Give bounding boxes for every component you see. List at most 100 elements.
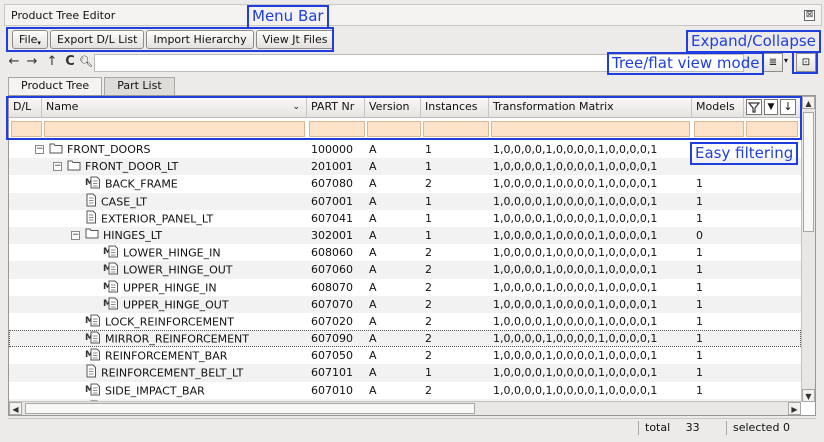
horizontal-scrollbar[interactable]: ◀ ▶: [9, 401, 801, 415]
up-arrow-icon[interactable]: ↑: [44, 54, 60, 71]
close-icon[interactable]: ⊠: [804, 10, 815, 21]
refresh-icon[interactable]: C: [62, 54, 78, 71]
horizontal-scroll-thumb[interactable]: [25, 403, 475, 414]
row-name: CASE_LT: [101, 195, 147, 209]
row-version: A: [369, 383, 377, 397]
tree-view-icon[interactable]: ≣: [763, 53, 783, 72]
row-version: A: [369, 211, 377, 225]
table-row[interactable]: M UPPER_HINGE_OUT 607070 A 2 1,0,0,0,0,1,0,0,…: [9, 295, 801, 313]
model-document-icon: M: [103, 279, 119, 296]
folder-icon: [49, 142, 63, 159]
row-name: UPPER_HINGE_OUT: [123, 298, 229, 312]
row-version: A: [369, 228, 377, 242]
row-part-nr: 608070: [311, 280, 353, 294]
row-models: 1: [696, 177, 703, 191]
row-version: A: [369, 332, 377, 346]
row-name-cell: M LOWER_HINGE_OUT: [103, 261, 305, 278]
table-row[interactable]: EXTERIOR_PANEL_LT 607041 A 1 1,0,0,0,0,1,0,0…: [9, 210, 801, 227]
tree-view-chevron-icon[interactable]: ▾: [784, 56, 788, 65]
title-bar: Product Tree Editor ⊠: [4, 4, 822, 26]
table-row[interactable]: − HINGES_LT 302001 A 1 1,0,0,0,0,1,0,0,0,0,1,…: [9, 226, 801, 245]
row-matrix: 1,0,0,0,0,1,0,0,0,0,1,0,0,0,0,1: [493, 332, 658, 346]
row-matrix: 1,0,0,0,0,1,0,0,0,0,1,0,0,0,0,1: [493, 366, 658, 380]
row-part-nr: 607001: [311, 194, 353, 208]
scroll-right-arrow-icon[interactable]: ▶: [788, 402, 801, 415]
document-icon: [85, 193, 97, 210]
table-row[interactable]: M LOWER_HINGE_OUT 607060 A 2 1,0,0,0,0,1,0,0,…: [9, 261, 801, 279]
table-row[interactable]: CASE_LT 607001 A 1 1,0,0,0,0,1,0,0,0,0,1,0,0…: [9, 192, 801, 210]
folder-icon: [85, 227, 99, 244]
table-row[interactable]: M BACK_FRAME 607080 A 2 1,0,0,0,0,1,0,0,0,0,1…: [9, 175, 801, 192]
row-instances: 2: [425, 246, 432, 260]
row-part-nr: 607041: [311, 211, 353, 225]
table-row[interactable]: M SIDE_IMPACT_BAR 607010 A 2 1,0,0,0,0,1,0,0,…: [9, 382, 801, 399]
table-row[interactable]: − FRONT_DOORS 100000 A 1 1,0,0,0,0,1,0,0,0,0,…: [9, 141, 801, 158]
row-models: 1: [696, 332, 703, 346]
row-instances: 1: [425, 160, 432, 174]
table-row[interactable]: − FRONT_DOOR_LT 201001 A 1 1,0,0,0,0,1,0,0,0,…: [9, 158, 801, 176]
row-part-nr: 607080: [311, 177, 353, 191]
scroll-down-arrow-icon[interactable]: ▼: [802, 389, 815, 402]
row-instances: 2: [425, 280, 432, 294]
row-version: A: [369, 143, 377, 156]
table-row[interactable]: M LOWER_HINGE_IN 608060 A 2 1,0,0,0,0,1,0,0,0…: [9, 244, 801, 261]
row-name: LOCK_REINFORCEMENT: [105, 315, 234, 329]
row-models: 1: [696, 297, 703, 311]
row-version: A: [369, 194, 377, 208]
collapse-toggle-icon[interactable]: −: [35, 145, 44, 154]
row-models: 1: [696, 263, 703, 277]
row-name-cell: M LOWER_HINGE_IN: [103, 244, 305, 261]
row-matrix: 1,0,0,0,0,1,0,0,0,0,1,0,0,0,0,1: [493, 349, 658, 363]
forward-arrow-icon[interactable]: →: [24, 54, 40, 71]
row-name: UPPER_HINGE_IN: [123, 281, 217, 294]
tab-product-tree[interactable]: Product Tree: [8, 77, 103, 96]
table-row[interactable]: M LOCK_REINFORCEMENT 607020 A 2 1,0,0,0,0,1,0…: [9, 313, 801, 330]
collapse-toggle-icon[interactable]: −: [71, 230, 80, 240]
row-version: A: [369, 366, 377, 380]
model-document-icon: M: [85, 382, 101, 399]
selected-count: selected 0: [726, 421, 816, 435]
row-name-cell: FRONT_DOOR_LT: [67, 158, 305, 175]
row-matrix: 1,0,0,0,0,1,0,0,0,0,1,0,0,0,0,1: [493, 177, 658, 191]
scroll-left-arrow-icon[interactable]: ◀: [9, 402, 22, 415]
tab-part-list[interactable]: Part List: [104, 77, 175, 95]
folder-icon: [67, 159, 81, 176]
scroll-up-arrow-icon[interactable]: ▲: [802, 96, 815, 109]
row-name-cell: EXTERIOR_PANEL_LT: [85, 210, 305, 227]
row-instances: 1: [425, 211, 432, 225]
row-version: A: [369, 263, 377, 277]
table-row[interactable]: M MIRROR_REINFORCEMENT 607090 A 2 1,0,0,0,0,1…: [9, 330, 801, 348]
row-models: 1: [696, 194, 703, 208]
search-icon: 🔍︎: [79, 55, 93, 68]
table-row[interactable]: M UPPER_HINGE_IN 608070 A 2 1,0,0,0,0,1,0,0,0…: [9, 279, 801, 296]
back-arrow-icon[interactable]: ←: [6, 54, 22, 71]
row-matrix: 1,0,0,0,0,1,0,0,0,0,1,0,0,0,0,1: [493, 297, 658, 311]
vertical-scrollbar[interactable]: ▲ ▼: [801, 96, 815, 402]
row-name-cell: M MIRROR_REINFORCEMENT: [85, 330, 305, 347]
row-version: A: [369, 160, 377, 174]
collapse-toggle-icon[interactable]: −: [53, 162, 62, 172]
model-document-icon: M: [103, 244, 119, 261]
row-models: 1: [696, 314, 703, 328]
row-version: A: [369, 297, 377, 311]
table-row[interactable]: REINFORCEMENT_BELT_LT 607101 A 1 1,0,0,0,0,1…: [9, 364, 801, 382]
row-models: 1: [696, 366, 703, 380]
total-label: total: [645, 421, 671, 434]
row-matrix: 1,0,0,0,0,1,0,0,0,0,1,0,0,0,0,1: [493, 143, 658, 156]
row-name: REINFORCEMENT_BELT_LT: [101, 366, 244, 380]
table-row[interactable]: M REINFORCEMENT_BAR 607050 A 2 1,0,0,0,0,1,0,…: [9, 347, 801, 364]
row-models: 1: [696, 246, 703, 260]
row-part-nr: 607060: [311, 263, 353, 277]
row-part-nr: 607070: [311, 297, 353, 311]
row-name-cell: CASE_LT: [85, 193, 305, 210]
vertical-scroll-thumb[interactable]: [803, 112, 814, 232]
row-name-cell: REINFORCEMENT_BELT_LT: [85, 364, 305, 381]
row-matrix: 1,0,0,0,0,1,0,0,0,0,1,0,0,0,0,1: [493, 194, 658, 208]
row-version: A: [369, 177, 377, 191]
row-part-nr: 607010: [311, 383, 353, 397]
row-name-cell: M UPPER_HINGE_IN: [103, 279, 305, 296]
row-matrix: 1,0,0,0,0,1,0,0,0,0,1,0,0,0,0,1: [493, 314, 658, 328]
row-matrix: 1,0,0,0,0,1,0,0,0,0,1,0,0,0,0,1: [493, 280, 658, 294]
tab-bar: Product Tree Part List: [8, 77, 177, 96]
model-document-icon: M: [85, 347, 101, 364]
